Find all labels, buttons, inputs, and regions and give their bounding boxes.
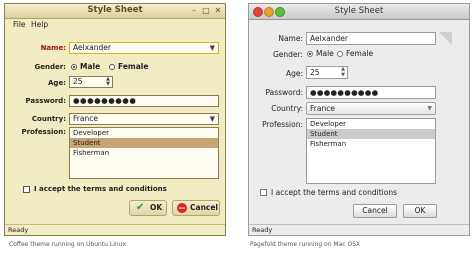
- age-label: Age:: [285, 69, 303, 78]
- close-icon[interactable]: ✕: [213, 6, 223, 15]
- chevron-down-icon[interactable]: ▼: [210, 43, 215, 53]
- list-item-selected[interactable]: Student: [70, 138, 218, 148]
- age-value: 25: [73, 77, 83, 86]
- password-field[interactable]: ●●●●●●●●●: [69, 95, 219, 107]
- country-value: France: [73, 114, 98, 123]
- chevron-down-icon[interactable]: ▼: [210, 114, 215, 124]
- gender-female-label[interactable]: Female: [118, 62, 148, 71]
- maximize-icon[interactable]: □: [201, 6, 211, 15]
- age-spinbox[interactable]: 25 ▲ ▼: [306, 66, 348, 79]
- page-fold-icon: [439, 32, 452, 45]
- password-label: Password:: [25, 97, 66, 105]
- country-label: Country:: [31, 115, 66, 123]
- list-item[interactable]: Developer: [70, 128, 218, 138]
- country-dropdown[interactable]: France ▼: [306, 102, 436, 115]
- status-bar: Ready: [249, 224, 469, 235]
- red-no-icon: —: [177, 203, 187, 213]
- name-combo[interactable]: Aelxander: [306, 32, 436, 45]
- profession-label: Profession:: [262, 120, 303, 129]
- list-item-selected[interactable]: Student: [307, 129, 435, 139]
- gender-label: Gender:: [272, 50, 303, 59]
- name-label: Name:: [278, 34, 303, 43]
- name-combo[interactable]: Aelxander ▼: [69, 42, 219, 54]
- gender-male-radio[interactable]: [71, 64, 77, 70]
- country-label: Country:: [271, 104, 303, 113]
- profession-list[interactable]: Developer Student Fisherman: [69, 127, 219, 179]
- gender-male-label[interactable]: Male: [316, 49, 334, 58]
- profession-label: Profession:: [21, 128, 66, 136]
- gender-female-label[interactable]: Female: [346, 49, 373, 58]
- ok-button[interactable]: OK: [403, 204, 437, 218]
- title-bar[interactable]: Style Sheet – □ ✕: [5, 4, 225, 19]
- list-item[interactable]: Fisherman: [307, 139, 435, 149]
- list-item[interactable]: Developer: [307, 119, 435, 129]
- ok-label: OK: [150, 203, 163, 212]
- window-title: Style Sheet: [334, 6, 384, 16]
- menu-help[interactable]: Help: [31, 20, 48, 29]
- age-label: Age:: [48, 79, 66, 87]
- gender-female-radio[interactable]: [109, 64, 115, 70]
- coffee-caption: Coffee theme running on Ubuntu Linux: [9, 241, 127, 248]
- terms-label[interactable]: I accept the terms and conditions: [34, 185, 167, 193]
- coffee-window: Style Sheet – □ ✕ File Help Name: Aelxan…: [4, 3, 226, 236]
- age-value: 25: [310, 68, 320, 77]
- list-item[interactable]: Fisherman: [70, 148, 218, 158]
- menu-file[interactable]: File: [13, 20, 26, 29]
- gender-male-label[interactable]: Male: [80, 62, 100, 71]
- gender-female-radio[interactable]: [337, 51, 343, 57]
- country-value: France: [310, 104, 335, 113]
- ok-button[interactable]: ✔ OK: [129, 200, 167, 216]
- country-dropdown[interactable]: France ▼: [69, 113, 219, 125]
- password-field[interactable]: ●●●●●●●●●●: [306, 86, 436, 99]
- minimize-icon[interactable]: –: [189, 6, 199, 15]
- cancel-label: Cancel: [190, 203, 219, 212]
- cancel-button[interactable]: Cancel: [353, 204, 397, 218]
- pagefold-window: Style Sheet Name: Aelxander Gender: Male…: [248, 3, 470, 236]
- age-spinbox[interactable]: 25 ▲ ▼: [69, 76, 113, 88]
- title-bar[interactable]: Style Sheet: [249, 4, 469, 20]
- terms-checkbox[interactable]: [260, 189, 267, 196]
- green-check-icon: ✔: [136, 202, 145, 213]
- name-value: Aelxander: [73, 43, 111, 52]
- pagefold-caption: Pagefold theme running on Mac OSX: [250, 241, 361, 248]
- cancel-button[interactable]: — Cancel: [172, 200, 220, 216]
- password-label: Password:: [265, 88, 303, 97]
- terms-label[interactable]: I accept the terms and conditions: [271, 188, 397, 197]
- chevron-down-icon[interactable]: ▼: [427, 103, 432, 114]
- status-bar: Ready: [5, 224, 225, 235]
- name-value: Aelxander: [310, 34, 348, 43]
- name-label: Name:: [40, 44, 66, 52]
- spin-arrows-icon[interactable]: ▲ ▼: [106, 77, 110, 87]
- gender-label: Gender:: [34, 63, 67, 71]
- spin-arrows-icon[interactable]: ▲ ▼: [341, 66, 345, 78]
- gender-male-radio[interactable]: [307, 51, 313, 57]
- profession-list[interactable]: Developer Student Fisherman: [306, 118, 436, 184]
- terms-checkbox[interactable]: [23, 186, 30, 193]
- menu-bar: File Help: [5, 18, 225, 31]
